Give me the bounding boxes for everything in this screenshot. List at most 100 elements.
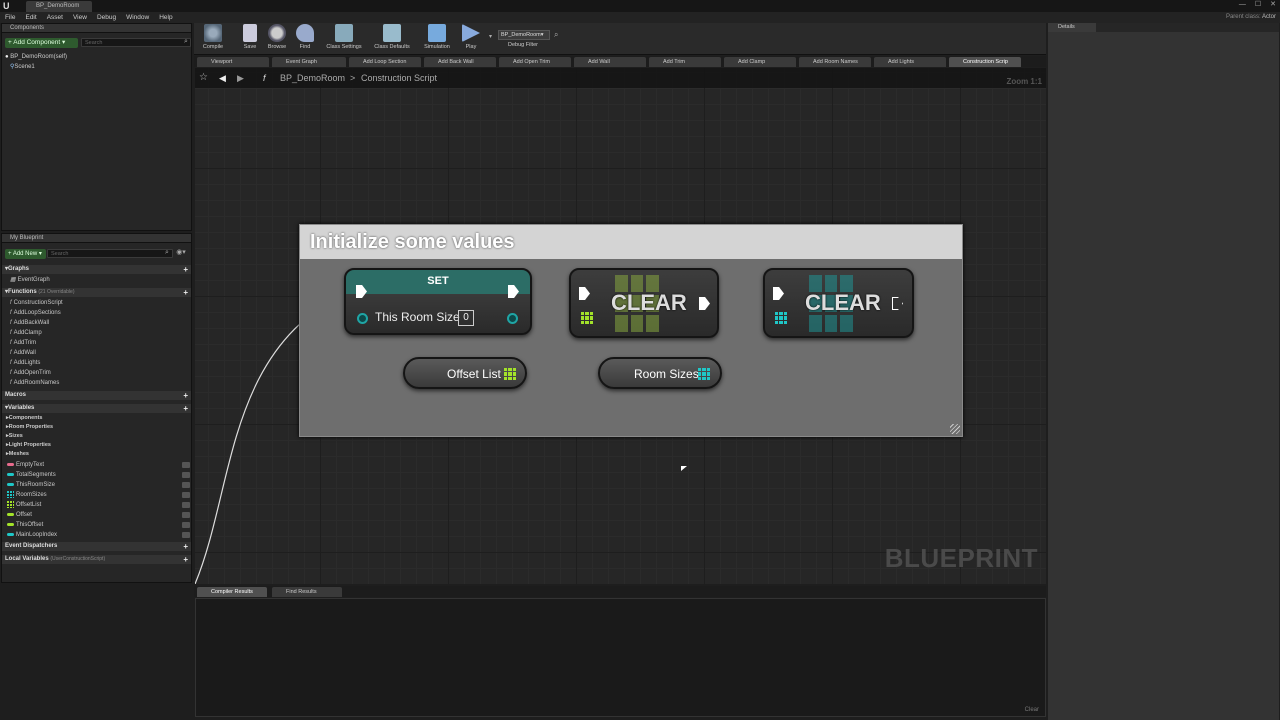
add-dispatcher-icon[interactable]: +	[183, 542, 188, 551]
component-scene[interactable]: ⚲Scene1	[5, 62, 67, 72]
menu-file[interactable]: File	[5, 12, 15, 23]
graph-editor[interactable]: ☆ ◀ ▶ f BP_DemoRoom > Construction Scrip…	[195, 68, 1046, 584]
variable-category[interactable]: ▸Components	[6, 414, 42, 423]
variable-visibility-icon[interactable]	[182, 462, 190, 468]
graph-tab[interactable]: Add Open Trim	[499, 57, 571, 67]
class-defaults-button[interactable]: Class Defaults	[368, 24, 416, 54]
graph-tab[interactable]: Construction Scrip	[949, 57, 1021, 67]
variable-visibility-icon[interactable]	[182, 502, 190, 508]
my-blueprint-tab[interactable]: My Blueprint	[2, 234, 191, 243]
set-output-pin[interactable]	[507, 313, 518, 324]
comment-title[interactable]: Initialize some values	[300, 225, 962, 259]
components-tab[interactable]: Components	[2, 24, 191, 33]
variable-item[interactable]: OffsetList	[7, 500, 41, 510]
minimize-icon[interactable]: —	[1239, 0, 1246, 10]
function-item[interactable]: f AddLights	[10, 358, 40, 368]
compile-button[interactable]: Compile	[194, 24, 232, 54]
variable-category[interactable]: ▸Light Properties	[6, 441, 51, 450]
component-search-input[interactable]: Search	[81, 38, 191, 47]
function-item[interactable]: f AddRoomNames	[10, 378, 59, 388]
variable-category[interactable]: ▸Room Properties	[6, 423, 53, 432]
tab-compiler-results[interactable]: Compiler Results	[197, 587, 267, 597]
component-root[interactable]: ● BP_DemoRoom(self)	[5, 52, 67, 62]
debug-search-icon[interactable]: ⌕	[554, 30, 558, 40]
function-item[interactable]: f AddBackWall	[10, 318, 49, 328]
class-settings-button[interactable]: Class Settings	[320, 24, 368, 54]
view-options-icon[interactable]: ◉▾	[173, 249, 189, 257]
close-icon[interactable]: ✕	[1270, 0, 1276, 10]
variable-category[interactable]: ▸Sizes	[6, 432, 23, 441]
variable-item[interactable]: TotalSegments	[7, 470, 56, 480]
set-value-input[interactable]: 0	[458, 310, 474, 326]
room-sizes-pin-icon[interactable]	[698, 368, 710, 380]
menu-edit[interactable]: Edit	[25, 12, 36, 23]
clear1-exec-in-pin[interactable]	[579, 287, 590, 300]
graph-tab[interactable]: Add Wall	[574, 57, 646, 67]
graph-tab[interactable]: Viewport	[197, 57, 269, 67]
search-icon[interactable]: ⌕	[163, 249, 171, 257]
graph-tab[interactable]: Event Graph	[272, 57, 346, 67]
clear2-exec-in-pin[interactable]	[773, 287, 784, 300]
blueprint-search-input[interactable]: Search	[47, 249, 173, 258]
variable-item[interactable]: ThisOffset	[7, 520, 43, 530]
play-options-icon[interactable]: ▾	[489, 33, 492, 40]
variable-visibility-icon[interactable]	[182, 482, 190, 488]
clear-node-room-sizes[interactable]: CLEAR	[763, 268, 914, 338]
debug-object-select[interactable]: BP_DemoRoom▾	[498, 30, 550, 40]
add-function-icon[interactable]: +	[183, 288, 188, 297]
parent-class-value[interactable]: Actor	[1262, 14, 1276, 20]
graph-tab[interactable]: Add Room Names	[799, 57, 871, 67]
variable-item[interactable]: Offset	[7, 510, 32, 520]
graph-tab[interactable]: Add Trim	[649, 57, 721, 67]
menu-window[interactable]: Window	[126, 12, 149, 23]
function-item[interactable]: f AddClamp	[10, 328, 42, 338]
offset-list-getter[interactable]: Offset List	[403, 357, 527, 389]
resize-handle-icon[interactable]	[950, 424, 960, 434]
graph-item-eventgraph[interactable]: ▦ EventGraph	[10, 275, 50, 285]
event-dispatchers-section[interactable]: Event Dispatchers +	[2, 542, 191, 551]
add-variable-icon[interactable]: +	[183, 404, 188, 413]
set-input-pin[interactable]	[357, 313, 368, 324]
menu-asset[interactable]: Asset	[47, 12, 63, 23]
details-tab[interactable]: Details	[1048, 23, 1096, 32]
variable-item[interactable]: ThisRoomSize	[7, 480, 55, 490]
clear1-target-pin-icon[interactable]	[581, 312, 593, 324]
clear-button[interactable]: Clear	[1025, 707, 1039, 713]
variable-item[interactable]: RoomSizes	[7, 490, 47, 500]
variable-item[interactable]: EmptyText	[7, 460, 44, 470]
variable-visibility-icon[interactable]	[182, 522, 190, 528]
clear1-exec-out-pin[interactable]	[699, 297, 710, 310]
functions-section[interactable]: ▾Functions (21 Overridable) +	[2, 288, 191, 297]
clear-node-offset[interactable]: CLEAR	[569, 268, 719, 338]
local-variables-section[interactable]: Local Variables (UserConstructionScript)…	[2, 555, 191, 564]
graph-tab[interactable]: Add Loop Section	[349, 57, 421, 67]
macros-section[interactable]: Macros +	[2, 391, 191, 400]
variables-section[interactable]: ▾Variables +	[2, 404, 191, 413]
find-button[interactable]: Find	[288, 24, 322, 54]
set-node[interactable]: SET This Room Size 0	[344, 268, 532, 335]
function-item[interactable]: f AddLoopSections	[10, 308, 61, 318]
add-macro-icon[interactable]: +	[183, 391, 188, 400]
function-item[interactable]: f ConstructionScript	[10, 298, 63, 308]
menu-debug[interactable]: Debug	[97, 12, 116, 23]
function-item[interactable]: f AddOpenTrim	[10, 368, 51, 378]
variable-visibility-icon[interactable]	[182, 512, 190, 518]
room-sizes-getter[interactable]: Room Sizes	[598, 357, 722, 389]
add-graph-icon[interactable]: +	[183, 265, 188, 274]
clear2-target-pin-icon[interactable]	[775, 312, 787, 324]
function-item[interactable]: f AddTrim	[10, 338, 36, 348]
clear2-exec-out-pin[interactable]	[892, 297, 903, 310]
add-component-button[interactable]: + Add Component ▾	[5, 38, 78, 48]
graph-tab[interactable]: Add Clamp	[724, 57, 796, 67]
document-tab[interactable]: BP_DemoRoom	[26, 1, 92, 12]
play-button[interactable]: Play	[452, 24, 490, 54]
simulation-button[interactable]: Simulation	[418, 24, 456, 54]
graph-tab[interactable]: Add Lights	[874, 57, 946, 67]
search-icon[interactable]: ⌕	[182, 38, 190, 46]
graph-tab[interactable]: Add Back Wall	[424, 57, 496, 67]
maximize-icon[interactable]: ☐	[1255, 0, 1261, 10]
variable-visibility-icon[interactable]	[182, 472, 190, 478]
variable-category[interactable]: ▸Meshes	[6, 450, 29, 459]
variable-visibility-icon[interactable]	[182, 492, 190, 498]
add-local-variable-icon[interactable]: +	[183, 555, 188, 564]
